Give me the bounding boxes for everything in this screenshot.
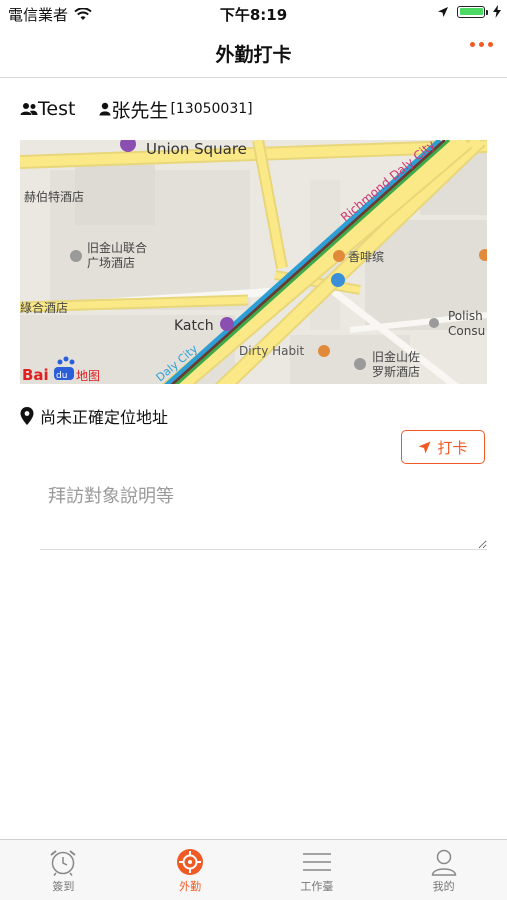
status-right [437,5,501,18]
alarm-clock-icon [50,850,76,876]
map-label-hotel-1: 赫伯特酒店 [24,189,84,204]
tab-workbench[interactable]: 工作臺 [254,840,381,900]
map-label-polish-a: Polish [448,309,483,323]
tab-field[interactable]: 外勤 [127,840,254,900]
visit-purpose-input[interactable] [40,476,487,550]
map-label-hotel-4b: 罗斯酒店 [372,365,420,379]
map-label-hotel-2a: 旧金山联合 [87,240,147,255]
map-label-hotel-4a: 旧金山佐 [372,349,420,364]
map-label-union-square: Union Square [146,140,247,158]
punch-in-label: 打卡 [437,438,468,457]
punch-in-button[interactable]: 打卡 [401,430,485,464]
tab-field-label: 外勤 [179,880,202,893]
map-view[interactable]: Union Square 赫伯特酒店 旧金山联合 广场酒店 綠合酒店 香啡缤 K… [20,140,487,384]
page-title: 外勤打卡 [215,44,292,66]
more-dots-icon[interactable] [470,42,493,47]
baidu-logo-du: du [56,371,67,381]
tab-workbench-label: 工作臺 [300,880,334,893]
baidu-logo-map: 地图 [76,369,100,383]
navigation-bar: 外勤打卡 [0,26,507,78]
user-info-row: Test 张先生 [13050031] [20,96,253,122]
map-canvas[interactable]: Union Square 赫伯特酒店 旧金山联合 广场酒店 綠合酒店 香啡缤 K… [20,140,487,384]
user-icon [431,849,456,876]
target-icon [177,849,204,875]
location-arrow-icon [438,6,448,17]
group-name: Test [38,98,76,120]
group-icon [20,103,38,115]
map-label-dirty-habit: Dirty Habit [239,344,304,358]
person-name: 张先生 [111,99,169,122]
battery-icon [457,5,488,18]
person-info: 张先生 [13050031] [99,96,253,123]
map-label-hotel-2b: 广场酒店 [87,256,135,270]
map-label-hotel-3: 綠合酒店 [20,300,68,315]
map-pin-icon [20,407,34,425]
send-arrow-icon [418,441,431,453]
charging-bolt-icon [493,5,501,18]
group-info: Test [20,98,75,120]
menu-lines-icon [302,853,331,871]
map-label-katch: Katch [174,318,214,334]
person-code: [13050031] [170,101,253,117]
person-icon [99,102,111,116]
map-label-cafe: 香啡缤 [348,249,384,264]
location-status: 尚未正確定位地址 [40,408,169,427]
map-label-polish-b: Consu [448,324,485,338]
tab-mine[interactable]: 我的 [380,840,507,900]
status-bar: 電信業者 下午8:19 [0,0,507,26]
clock: 下午8:19 [219,6,288,24]
baidu-logo-text: Bai [22,366,49,384]
location-row: 尚未正確定位地址 [20,404,168,428]
tab-bar: 簽到 外勤 工作臺 我的 [0,839,507,900]
tab-checkin[interactable]: 簽到 [0,840,127,900]
tab-mine-label: 我的 [432,880,455,893]
tab-checkin-label: 簽到 [52,880,75,893]
